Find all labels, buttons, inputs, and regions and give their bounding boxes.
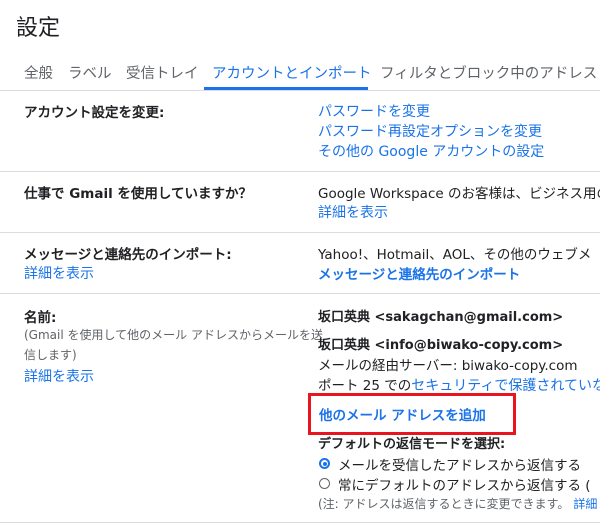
reply-from-default-radio[interactable] [319, 478, 330, 489]
other-account-settings-link[interactable]: その他の Google アカウントの設定 [318, 141, 544, 161]
import-mail-contacts-link[interactable]: メッセージと連絡先のインポート [318, 263, 520, 283]
name-description-line2: 信します) [24, 348, 77, 362]
change-password-link[interactable]: パスワードを変更 [318, 101, 430, 121]
highlight-box [308, 393, 516, 435]
name-label: 名前: [24, 310, 57, 326]
account-settings-label: アカウント設定を変更: [24, 105, 165, 121]
name-learn-more-link[interactable]: 詳細を表示 [24, 366, 94, 386]
reply-mode-label: デフォルトの返信モードを選択: [318, 437, 506, 452]
port-prefix: ポート 25 での [318, 378, 412, 394]
reply-note-text: (注: アドレスは返信するときに変更できます。 [318, 497, 570, 511]
reply-note-learn-more-link[interactable]: 詳細 [573, 497, 597, 511]
workspace-label: 仕事で Gmail を使用していますか？ [24, 186, 253, 202]
tab-labels[interactable]: ラベル [68, 62, 112, 83]
reply-from-received-label: メールを受信したアドレスから返信する [338, 458, 581, 474]
reply-from-default-label: 常にデフォルトのアドレスから返信する ( [338, 478, 591, 494]
tab-filters-blocked[interactable]: フィルタとブロック中のアドレス [380, 62, 597, 83]
smtp-server-text: メールの経由サーバー: biwako-copy.com [318, 358, 578, 374]
reply-note: (注: アドレスは返信するときに変更できます。 詳細 [318, 495, 597, 512]
reply-from-received-radio[interactable] [319, 458, 330, 469]
tab-accounts-import[interactable]: アカウントとインポート [212, 62, 372, 83]
import-label: メッセージと連絡先のインポート: [24, 247, 232, 263]
send-as-address-primary: 坂口英典 <sakagchan@gmail.com> [318, 310, 564, 325]
port-security-text: ポート 25 でのセキュリティで保護されていな [318, 374, 600, 395]
settings-tabs: 全般 ラベル 受信トレイ アカウントとインポート フィルタとブロック中のアドレス [0, 56, 600, 91]
send-as-address-secondary: 坂口英典 <info@biwako-copy.com> [318, 338, 564, 353]
workspace-row: 仕事で Gmail を使用していますか？ Google Workspace のお… [0, 172, 600, 233]
workspace-description: Google Workspace のお客様は、ビジネス用の [318, 186, 600, 202]
tab-general[interactable]: 全般 [24, 62, 53, 83]
import-learn-more-link[interactable]: 詳細を表示 [24, 263, 94, 283]
active-tab-indicator [204, 87, 368, 90]
import-description: Yahoo!、Hotmail、AOL、その他のウェブメ [318, 247, 592, 263]
tab-inbox[interactable]: 受信トレイ [126, 62, 199, 83]
import-row: メッセージと連絡先のインポート: 詳細を表示 Yahoo!、Hotmail、AO… [0, 233, 600, 294]
change-recovery-options-link[interactable]: パスワード再設定オプションを変更 [318, 121, 542, 141]
page-title: 設定 [16, 16, 61, 41]
workspace-learn-more-link[interactable]: 詳細を表示 [318, 202, 388, 222]
name-description-line1: (Gmail を使用して他のメール アドレスからメールを送 [24, 328, 323, 342]
insecure-connection-link[interactable]: セキュリティで保護されていな [411, 378, 600, 394]
account-settings-row: アカウント設定を変更: パスワードを変更 パスワード再設定オプションを変更 その… [0, 91, 600, 172]
